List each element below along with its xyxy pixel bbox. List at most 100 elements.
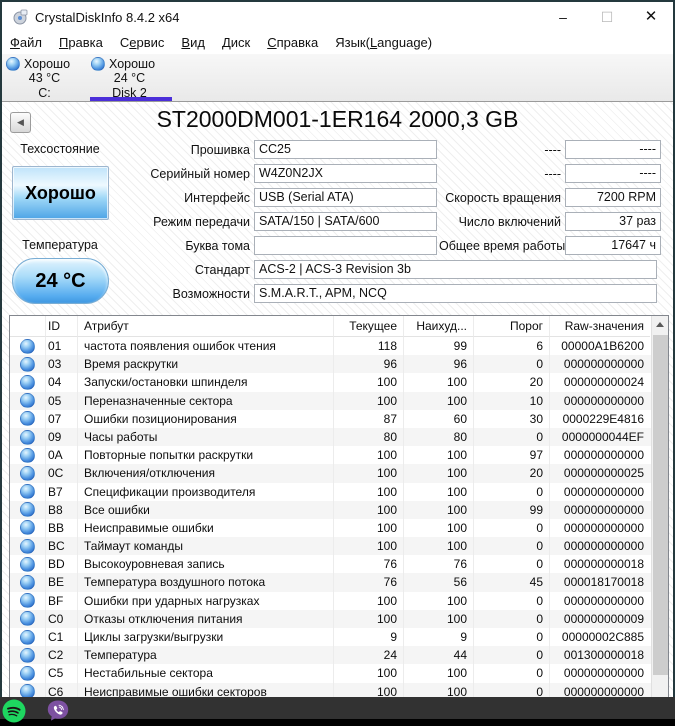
attribute-cell: Переназначенные сектора xyxy=(78,391,334,410)
threshold-cell: 0 xyxy=(474,482,550,501)
smart-row-09[interactable]: 09 Часы работы 80 80 0 0000000044EF xyxy=(10,427,668,447)
smart-row-07[interactable]: 07 Ошибки позиционирования 87 60 30 0000229E4… xyxy=(10,409,668,428)
id-column-header[interactable]: ID xyxy=(46,316,78,337)
smart-row-C2[interactable]: C2 Температура 24 44 0 001300000018 xyxy=(10,646,668,665)
info-left-value-field: CC25 xyxy=(254,140,437,159)
raw-cell: 0000000044EF xyxy=(561,429,644,444)
current-cell: 100 xyxy=(334,446,404,465)
current-cell: 100 xyxy=(334,500,404,519)
minimize-button[interactable]: – xyxy=(541,2,585,32)
current-cell: 96 xyxy=(334,355,404,374)
current-column-header[interactable]: Текущее xyxy=(334,316,404,337)
menu-item-edit[interactable]: Правка xyxy=(59,32,112,53)
scrollbar-up-arrow-icon[interactable] xyxy=(652,316,668,333)
smart-row-BF[interactable]: BF Ошибки при ударных нагрузках 100 100 0 000… xyxy=(10,591,668,610)
attribute-cell: Неисправимые ошибки xyxy=(78,518,334,538)
smart-row-0A[interactable]: 0A Повторные попытки раскрутки 100 100 97 000… xyxy=(10,446,668,465)
spotify-icon[interactable] xyxy=(2,699,26,723)
smart-row-C1[interactable]: C1 Циклы загрузки/выгрузки 9 9 0 00000002C885 xyxy=(10,628,668,647)
tab-status-line: Хорошо xyxy=(87,56,172,71)
id-cell: BB xyxy=(46,518,78,538)
raw-column-header[interactable]: Raw-значения xyxy=(550,316,650,337)
info-wide-value-field: ACS-2 | ACS-3 Revision 3b xyxy=(254,260,657,279)
menu-item-file[interactable]: Файл xyxy=(10,32,51,53)
threshold-column-header[interactable]: Порог xyxy=(474,316,550,337)
info-left-value-field: W4Z0N2JX xyxy=(254,164,437,183)
raw-cell: 00000002C885 xyxy=(561,630,644,644)
blue-health-sphere-icon xyxy=(20,393,35,409)
worst-column-header[interactable]: Наихуд... xyxy=(404,316,474,337)
menu-item-help[interactable]: Справка xyxy=(267,32,327,53)
blue-health-sphere-icon xyxy=(20,538,35,554)
disk-model-title: ST2000DM001-1ER164 2000,3 GB xyxy=(156,106,519,132)
attribute-cell: Высокоуровневая запись xyxy=(78,555,334,574)
current-cell: 100 xyxy=(334,373,404,392)
status-cell xyxy=(10,391,46,410)
smart-row-BC[interactable]: BC Таймаут команды 100 100 0 000000000000 xyxy=(10,537,668,556)
info-wide-label: Стандарт xyxy=(194,262,250,277)
menu-item-language[interactable]: Язык(Language) xyxy=(335,32,441,53)
worst-cell: 100 xyxy=(404,373,474,392)
smart-row-BE[interactable]: BE Температура воздушного потока 76 56 45 000… xyxy=(10,573,668,592)
id-cell: BF xyxy=(46,591,78,610)
menu-item-view[interactable]: Вид xyxy=(181,32,214,53)
status-column-header xyxy=(10,316,46,337)
app-window: CrystalDiskInfo 8.4.2 x64 – ☐ ✕ Файл Прав… xyxy=(0,0,675,699)
smart-row-BD[interactable]: BD Высокоуровневая запись 76 76 0 00000000001… xyxy=(10,555,668,574)
threshold-cell: 0 xyxy=(474,427,550,447)
worst-cell: 100 xyxy=(404,482,474,501)
blue-health-sphere-icon xyxy=(20,629,35,645)
attribute-cell: Включения/отключения xyxy=(78,464,334,483)
menu-item-function[interactable]: Сервис xyxy=(120,32,174,53)
drive-tab-c[interactable]: Хорошо 43 °C C: xyxy=(2,56,87,100)
health-status-button[interactable]: Хорошо xyxy=(12,166,109,220)
threshold-cell: 0 xyxy=(474,518,550,538)
attribute-column-header[interactable]: Атрибут xyxy=(78,316,334,337)
current-cell: 100 xyxy=(334,609,404,628)
status-cell xyxy=(10,518,46,538)
smart-row-04[interactable]: 04 Запуски/остановки шпинделя 100 100 20 0000… xyxy=(10,373,668,392)
info-right-label: Скорость вращения xyxy=(445,190,561,205)
scrollbar-thumb[interactable] xyxy=(653,335,668,675)
info-left-row: Режим передачи SATA/150 | SATA/600 xyxy=(112,212,437,231)
raw-cell: 000000000000 xyxy=(563,539,644,554)
smart-row-01[interactable]: 01 частота появления ошибок чтения 118 99 6 0… xyxy=(10,337,668,356)
status-cell xyxy=(10,555,46,574)
threshold-cell: 10 xyxy=(474,391,550,410)
maximize-button[interactable]: ☐ xyxy=(585,2,629,32)
smart-row-03[interactable]: 03 Время раскрутки 96 96 0 000000000000 xyxy=(10,355,668,374)
close-button[interactable]: ✕ xyxy=(629,2,673,32)
info-left-row: Серийный номер W4Z0N2JX xyxy=(112,164,437,183)
menu-bar: Файл Правка Сервис Вид Диск Справка Язык(Langu… xyxy=(2,32,673,54)
crystaldiskinfo-app-icon xyxy=(13,9,28,25)
smart-row-C0[interactable]: C0 Отказы отключения питания 100 100 0 000000… xyxy=(10,609,668,628)
raw-cell: 00000A1B6200 xyxy=(561,339,644,353)
id-cell: 0C xyxy=(46,464,78,483)
drive-tab-disk2[interactable]: Хорошо 24 °C Disk 2 xyxy=(87,56,172,100)
smart-row-05[interactable]: 05 Переназначенные сектора 100 100 10 0000000… xyxy=(10,391,668,410)
raw-cell: 000000000000 xyxy=(563,666,644,681)
smart-row-BB[interactable]: BB Неисправимые ошибки 100 100 0 000000000000 xyxy=(10,518,668,538)
menu-item-disk[interactable]: Диск xyxy=(222,32,259,53)
smart-row-C5[interactable]: C5 Нестабильные сектора 100 100 0 00000000000… xyxy=(10,664,668,683)
id-cell: BE xyxy=(46,573,78,592)
table-scrollbar[interactable] xyxy=(651,316,668,698)
viber-icon[interactable] xyxy=(46,699,70,723)
smart-row-B7[interactable]: B7 Спецификации производителя 100 100 0 00000… xyxy=(10,482,668,501)
raw-cell: 000000000000 xyxy=(563,593,644,608)
id-cell: C2 xyxy=(46,646,78,665)
screen: CrystalDiskInfo 8.4.2 x64 – ☐ ✕ Файл Прав… xyxy=(0,0,675,726)
info-right-value-field: 37 раз xyxy=(565,212,661,231)
attribute-cell: Все ошибки xyxy=(78,500,334,519)
info-left-label: Буква тома xyxy=(185,238,250,253)
id-cell: BC xyxy=(46,537,78,556)
raw-cell: 000000000024 xyxy=(563,375,644,390)
smart-row-B8[interactable]: B8 Все ошибки 100 100 99 000000000000 xyxy=(10,500,668,519)
smart-row-0C[interactable]: 0C Включения/отключения 100 100 20 0000000000… xyxy=(10,464,668,483)
temperature-button[interactable]: 24 °C xyxy=(12,258,109,304)
status-cell xyxy=(10,500,46,519)
tab-status-text: Хорошо xyxy=(24,56,71,71)
current-cell: 24 xyxy=(334,646,404,665)
blue-health-sphere-icon xyxy=(20,502,35,518)
threshold-cell: 0 xyxy=(474,664,550,683)
